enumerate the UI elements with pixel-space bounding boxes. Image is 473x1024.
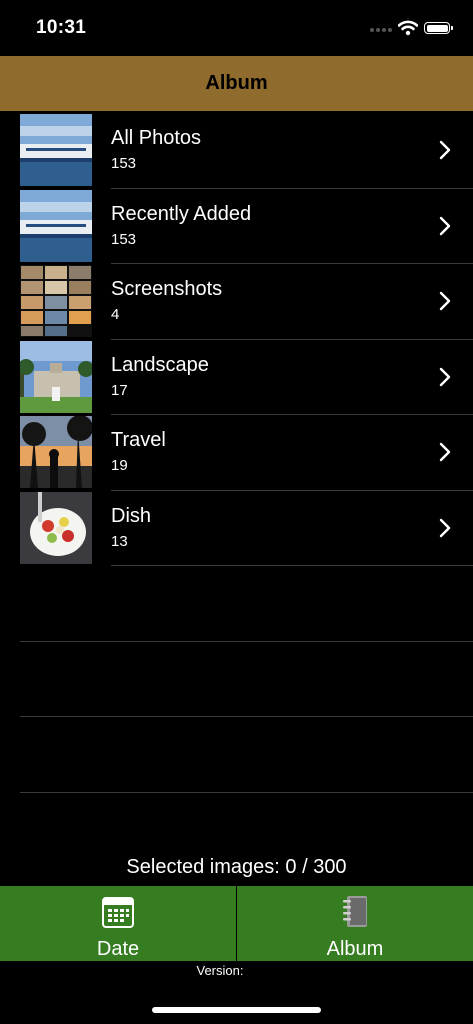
album-row-landscape[interactable]: Landscape 17 <box>0 340 473 415</box>
album-thumbnail <box>20 265 92 337</box>
chevron-right-icon <box>439 291 451 311</box>
album-row-travel[interactable]: Travel 19 <box>0 415 473 491</box>
tab-date[interactable]: Date <box>0 886 236 961</box>
wifi-icon <box>398 20 418 36</box>
page-title: Album <box>205 72 268 94</box>
calendar-icon <box>102 897 134 928</box>
empty-row <box>0 717 473 793</box>
album-title: Landscape <box>111 353 209 376</box>
album-count: 13 <box>111 532 128 550</box>
album-count: 17 <box>111 381 128 399</box>
album-count: 19 <box>111 457 128 474</box>
version-label: Version: <box>196 963 244 978</box>
album-row-all-photos[interactable]: All Photos 153 <box>0 113 473 189</box>
battery-icon <box>424 22 453 34</box>
album-thumbnail <box>20 189 92 262</box>
album-count: 153 <box>111 230 137 248</box>
chevron-right-icon <box>439 140 451 160</box>
chevron-right-icon <box>439 367 451 386</box>
album-thumbnail <box>20 340 92 413</box>
album-title: Dish <box>111 504 152 527</box>
tab-album[interactable]: Album <box>237 886 473 961</box>
album-title: Travel <box>111 429 166 451</box>
chevron-right-icon <box>439 442 451 462</box>
album-count: 4 <box>111 306 120 323</box>
album-thumbnail <box>20 416 92 488</box>
album-title: All Photos <box>111 127 202 149</box>
album-thumbnail <box>20 491 92 564</box>
row-divider <box>20 791 473 793</box>
tab-label: Album <box>326 938 384 960</box>
tab-label: Date <box>96 938 140 960</box>
album-row-screenshots[interactable]: Screenshots 4 <box>0 264 473 340</box>
navigation-bar: Album <box>0 56 473 111</box>
album-title: Recently Added <box>111 202 252 225</box>
status-bar: 10:31 <box>0 0 473 56</box>
empty-row <box>0 566 473 642</box>
chevron-right-icon <box>439 216 451 235</box>
album-title: Screenshots <box>111 278 223 300</box>
album-count: 153 <box>111 155 137 172</box>
selected-images-counter: Selected images: 0 / 300 <box>126 856 347 878</box>
home-indicator[interactable] <box>152 1007 321 1013</box>
tab-bar: Date Album <box>0 886 473 961</box>
notebook-icon <box>343 896 367 927</box>
cellular-signal-icon <box>370 28 392 32</box>
chevron-right-icon <box>439 518 451 537</box>
empty-row <box>0 642 473 717</box>
album-thumbnail <box>20 114 92 186</box>
status-time: 10:31 <box>36 17 87 38</box>
album-row-dish[interactable]: Dish 13 <box>0 491 473 566</box>
album-list: All Photos 153 Recently Added 153 Screen… <box>0 113 473 793</box>
album-row-recently-added[interactable]: Recently Added 153 <box>0 189 473 264</box>
